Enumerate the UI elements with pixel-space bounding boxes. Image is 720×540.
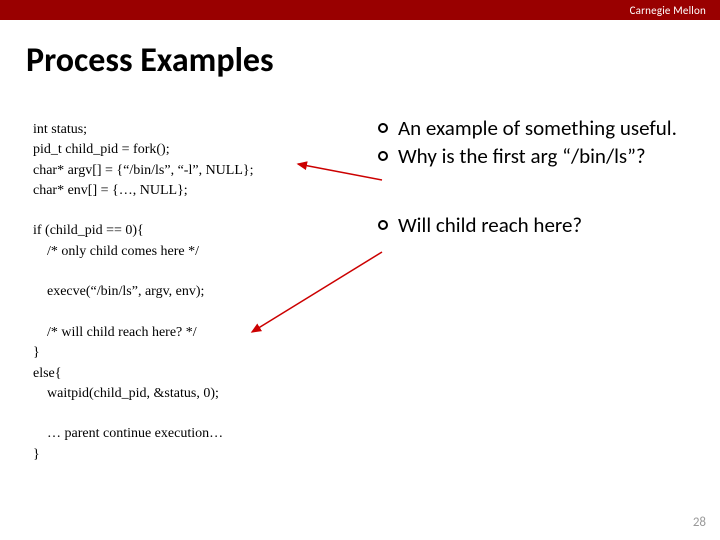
code-line: else{ [33,366,62,381]
code-block: int status; pid_t child_pid = fork(); ch… [33,120,254,465]
bullet-text: Why is the first arg “/bin/ls”? [398,143,646,169]
code-line: … parent continue execution… [33,426,223,441]
code-line: /* only child comes here */ [33,244,199,259]
arrow-icon [294,158,386,186]
arrow-icon [246,248,386,338]
code-line: char* argv[] = {“/bin/ls”, “-l”, NULL}; [33,163,254,178]
page-title: Process Examples [26,40,274,81]
slide: Carnegie Mellon Process Examples int sta… [0,0,720,540]
bullet-text: An example of something useful. [398,115,677,141]
code-line: if (child_pid == 0){ [33,223,144,238]
code-line: } [33,345,40,360]
code-line: } [33,447,40,462]
bullet-text: Will child reach here? [398,212,582,238]
code-line: pid_t child_pid = fork(); [33,142,170,157]
code-line: /* will child reach here? */ [33,325,197,340]
bullet-3: Will child reach here? [378,212,708,238]
bullet-marker-icon [378,151,388,161]
bullet-list: An example of something useful. Why is t… [378,115,708,240]
code-line: char* env[] = {…, NULL}; [33,183,188,198]
page-number: 28 [693,515,706,530]
code-line: waitpid(child_pid, &status, 0); [33,386,219,401]
bullet-1: An example of something useful. [378,115,708,141]
brand-text: Carnegie Mellon [630,4,706,17]
code-line: execve(“/bin/ls”, argv, env); [33,284,204,299]
bullet-marker-icon [378,123,388,133]
topbar: Carnegie Mellon [0,0,720,20]
bullet-marker-icon [378,220,388,230]
bullet-2: Why is the first arg “/bin/ls”? [378,143,708,169]
code-line: int status; [33,122,87,137]
